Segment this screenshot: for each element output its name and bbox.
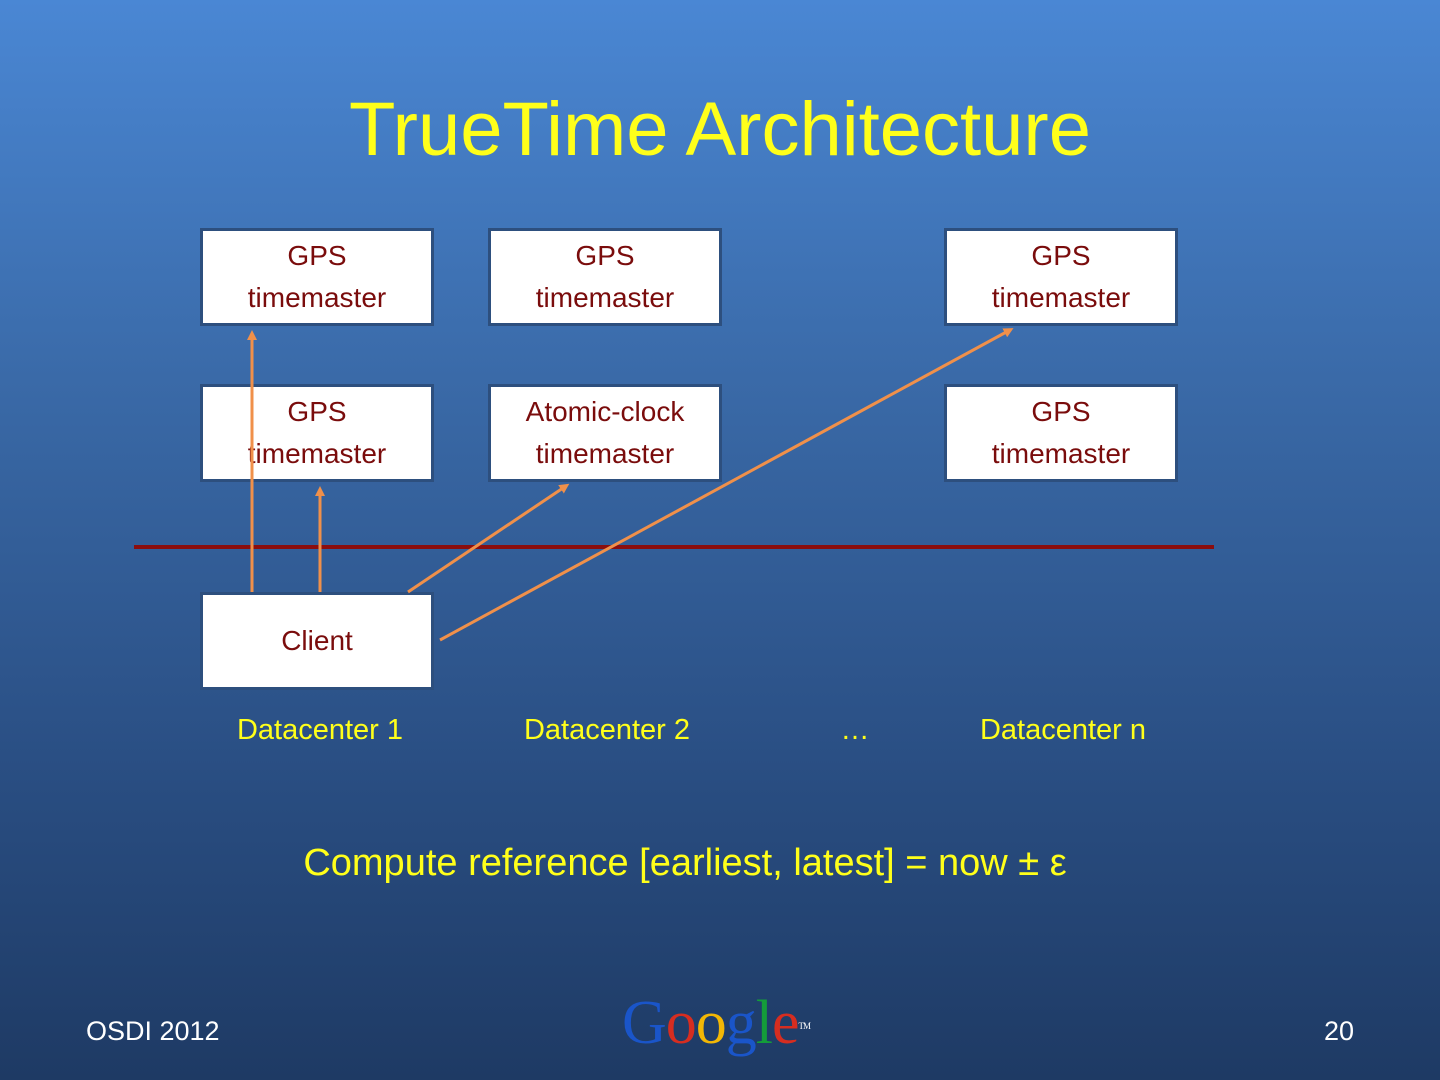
page-number: 20 xyxy=(1323,1016,1354,1046)
arrow-client-to-dcn-top xyxy=(439,328,1014,642)
logo-letter: g xyxy=(725,989,757,1057)
datacenter-1-label: Datacenter 1 xyxy=(236,714,404,746)
logo-letter: e xyxy=(772,989,800,1057)
datacenter-2-label: Datacenter 2 xyxy=(523,714,691,746)
datacenter-n-label: Datacenter n xyxy=(979,714,1147,746)
google-logo: GoogleTM xyxy=(622,989,811,1057)
logo-letter: o xyxy=(695,989,727,1057)
logo-letter: l xyxy=(755,989,773,1057)
logo-letter: G xyxy=(622,989,667,1057)
formula-text: Compute reference [earliest, latest] = n… xyxy=(303,842,1067,884)
arrow-client-to-dc2-atomic xyxy=(407,483,570,594)
trademark-mark: TM xyxy=(798,1021,811,1031)
logo-letter: o xyxy=(665,989,697,1057)
connections-layer xyxy=(134,328,1214,642)
footer-conference: OSDI 2012 xyxy=(86,1016,220,1046)
